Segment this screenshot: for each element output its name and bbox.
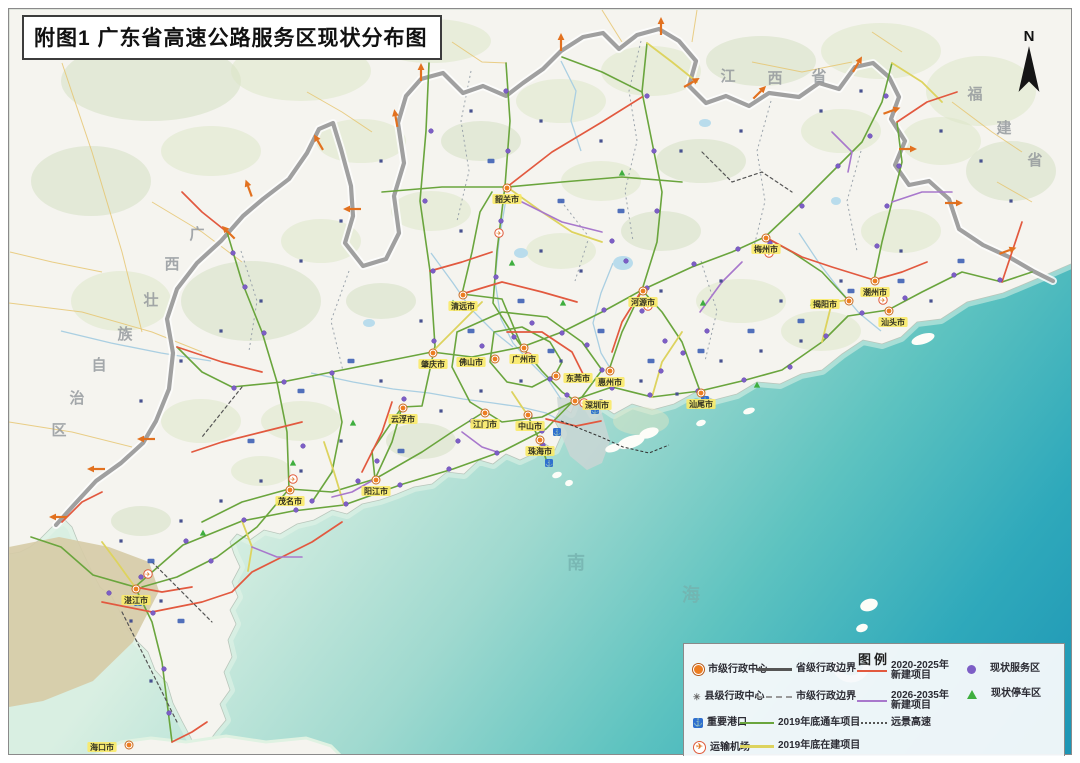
- legend-province-boundary: 省级行政边界: [756, 664, 856, 674]
- new-2020-2025-sample: [857, 670, 887, 672]
- figure-page: ⚓⚓⚓⚓⚓⚓✈✈✈✈✈✈✈✈韶关市清远市广州市佛山市肇庆市云浮市江门市中山市珠海…: [0, 0, 1080, 763]
- legend-opened-2019: 2019年底通车项目: [740, 718, 860, 728]
- svg-text:✈: ✈: [880, 297, 886, 304]
- city-center-icon: [693, 664, 704, 675]
- airport-icon: ✈: [693, 741, 706, 754]
- legend-port: ⚓ 重要港口: [693, 718, 747, 728]
- svg-text:海口市: 海口市: [90, 742, 114, 752]
- port-icon: ⚓: [693, 718, 703, 728]
- svg-text:汕头市: 汕头市: [881, 317, 905, 327]
- legend-box: 图例 市级行政中心 ✳ 县级行政中心 ⚓ 重要港口 ✈ 运输机场 省级行政边界 …: [683, 643, 1065, 756]
- svg-text:自: 自: [91, 356, 106, 374]
- parking-area-icon: [967, 690, 977, 699]
- legend-new-2020-2025: 2020-2025年 新建项目: [857, 661, 949, 681]
- svg-text:省: 省: [810, 67, 826, 85]
- legend-city-boundary: 市级行政边界: [756, 692, 856, 702]
- svg-text:⚓: ⚓: [553, 429, 561, 437]
- svg-text:深圳市: 深圳市: [585, 400, 609, 410]
- svg-text:族: 族: [117, 325, 133, 343]
- north-arrow-icon: [1016, 44, 1042, 94]
- svg-text:珠海市: 珠海市: [528, 446, 552, 456]
- svg-text:治: 治: [69, 389, 84, 407]
- svg-text:云浮市: 云浮市: [391, 414, 415, 424]
- svg-text:揭阳市: 揭阳市: [813, 299, 837, 309]
- svg-text:✈: ✈: [145, 571, 151, 578]
- county-center-icon: ✳: [693, 693, 701, 702]
- svg-text:区: 区: [51, 422, 66, 439]
- svg-text:⚓: ⚓: [545, 460, 553, 468]
- svg-text:广州市: 广州市: [512, 354, 536, 364]
- province-boundary-sample: [756, 668, 792, 671]
- svg-text:梅州市: 梅州市: [754, 244, 778, 254]
- svg-text:阳江市: 阳江市: [364, 486, 388, 496]
- svg-text:韶关市: 韶关市: [495, 194, 519, 204]
- svg-text:清远市: 清远市: [451, 301, 475, 311]
- svg-text:中山市: 中山市: [518, 421, 542, 431]
- svg-text:西: 西: [164, 256, 179, 273]
- legend-service-area: 现状服务区: [967, 664, 1040, 674]
- svg-text:海: 海: [682, 584, 700, 605]
- svg-text:湛江市: 湛江市: [124, 595, 148, 605]
- svg-text:省: 省: [1026, 151, 1042, 169]
- compass: N: [1013, 30, 1045, 99]
- svg-text:东莞市: 东莞市: [566, 373, 590, 383]
- compass-n-label: N: [1013, 30, 1045, 44]
- svg-text:西: 西: [767, 70, 782, 87]
- svg-text:广: 广: [189, 225, 204, 243]
- svg-text:南: 南: [567, 552, 585, 573]
- svg-text:惠州市: 惠州市: [598, 377, 622, 387]
- legend-longterm: 远景高速: [857, 718, 931, 728]
- legend-building-2019: 2019年底在建项目: [740, 741, 860, 751]
- opened-2019-sample: [740, 722, 774, 724]
- legend-new-2026-2035: 2026-2035年 新建项目: [857, 691, 949, 711]
- svg-text:江门市: 江门市: [473, 419, 497, 429]
- building-2019-sample: [740, 745, 774, 748]
- svg-text:河源市: 河源市: [631, 297, 655, 307]
- svg-text:茂名市: 茂名市: [278, 496, 302, 506]
- legend-parking-area: 现状停车区: [967, 689, 1041, 699]
- svg-text:潮州市: 潮州市: [863, 287, 887, 297]
- legend-county-center: ✳ 县级行政中心: [693, 692, 765, 702]
- svg-text:壮: 壮: [143, 291, 158, 309]
- svg-text:江: 江: [720, 67, 735, 85]
- svg-text:✈: ✈: [290, 476, 296, 483]
- svg-text:肇庆市: 肇庆市: [420, 359, 445, 369]
- svg-text:佛山市: 佛山市: [458, 357, 483, 367]
- svg-text:建: 建: [996, 119, 1012, 137]
- svg-text:汕尾市: 汕尾市: [689, 399, 713, 409]
- longterm-sample: [857, 722, 887, 724]
- svg-text:福: 福: [966, 85, 982, 103]
- service-area-icon: [967, 665, 976, 674]
- map-title: 附图1 广东省高速公路服务区现状分布图: [22, 15, 442, 60]
- new-2026-2035-sample: [857, 700, 887, 702]
- city-boundary-sample: [756, 696, 792, 698]
- svg-text:✈: ✈: [496, 230, 502, 237]
